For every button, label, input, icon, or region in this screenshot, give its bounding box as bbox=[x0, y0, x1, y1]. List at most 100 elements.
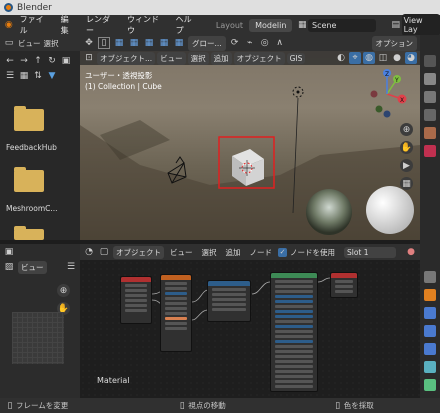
shading-solid-icon[interactable]: ● bbox=[391, 52, 403, 64]
viewport-gis-menu[interactable]: GIS bbox=[286, 52, 306, 64]
image-editor[interactable]: ▣ ▨ ビュー ☰ ⊕ ✋ bbox=[0, 244, 80, 398]
view-layer-selector[interactable]: View Lay bbox=[401, 14, 440, 36]
folder-label-meshroom[interactable]: MeshroomC... bbox=[6, 204, 58, 213]
hamburger-menu-icon[interactable]: ☰ bbox=[65, 261, 77, 273]
menu-window[interactable]: ウィンドウ bbox=[122, 14, 171, 36]
view-layer-tab-icon[interactable] bbox=[424, 109, 436, 121]
menu-help[interactable]: ヘルプ bbox=[171, 14, 204, 36]
render-icon[interactable] bbox=[424, 73, 436, 85]
forward-icon[interactable]: → bbox=[18, 55, 30, 67]
zoom-icon[interactable]: ⊕ bbox=[57, 284, 70, 297]
node-mode-dropdown[interactable]: オブジェクト bbox=[113, 245, 164, 259]
back-icon[interactable]: ← bbox=[4, 55, 16, 67]
node-socket-row bbox=[275, 305, 313, 308]
folder-icon[interactable] bbox=[14, 106, 44, 131]
camera-view-icon[interactable]: ▶ bbox=[400, 159, 413, 172]
tab-layout[interactable]: Layout bbox=[210, 19, 249, 32]
node-editor[interactable]: Material bbox=[80, 260, 420, 398]
node-socket-row bbox=[275, 365, 313, 368]
snap-icon[interactable]: ⌁ bbox=[244, 37, 256, 49]
filebrowser-view-menu[interactable]: ビュー bbox=[18, 38, 41, 49]
mode-dropdown[interactable]: オブジェクト... bbox=[97, 51, 156, 65]
editor-type-icon[interactable]: ▭ bbox=[3, 37, 15, 49]
transform-orientation-dropdown[interactable]: グロー... bbox=[188, 35, 226, 51]
node-socket-row bbox=[212, 298, 246, 301]
refresh-icon[interactable]: ↻ bbox=[46, 55, 58, 67]
pivot-icon[interactable]: ⟳ bbox=[229, 37, 241, 49]
use-nodes-checkbox[interactable]: ✓ bbox=[278, 247, 287, 257]
physics-icon[interactable] bbox=[424, 343, 436, 355]
list-view-icon[interactable]: ☰ bbox=[4, 70, 16, 82]
tool-icon[interactable] bbox=[424, 55, 436, 67]
folder-icon[interactable] bbox=[14, 167, 44, 192]
constraints-icon[interactable] bbox=[424, 361, 436, 373]
slot-dropdown[interactable]: Slot 1 bbox=[344, 246, 396, 258]
output-icon[interactable] bbox=[424, 91, 436, 103]
world-icon[interactable] bbox=[424, 145, 436, 157]
falloff-icon[interactable]: ∧ bbox=[274, 37, 286, 49]
node-texture-coordinate[interactable] bbox=[120, 276, 152, 324]
folder-icon[interactable] bbox=[14, 226, 44, 240]
scene-selector[interactable]: Scene bbox=[308, 18, 376, 32]
node-view-menu[interactable]: ビュー bbox=[167, 246, 196, 259]
material-preview-sphere bbox=[366, 186, 414, 234]
zoom-icon[interactable]: ⊕ bbox=[400, 123, 413, 136]
perspective-toggle-icon[interactable]: ▦ bbox=[400, 177, 413, 190]
viewport-add-menu[interactable]: 追加 bbox=[210, 51, 232, 65]
xray-icon[interactable]: ◫ bbox=[377, 52, 389, 64]
collection-icon[interactable] bbox=[424, 271, 436, 283]
navigation-gizmo[interactable]: X Y Z bbox=[362, 69, 412, 119]
select-mode-icon[interactable]: ▦ bbox=[113, 37, 125, 49]
select-mode-icon-2[interactable]: ▦ bbox=[128, 37, 140, 49]
new-folder-icon[interactable]: ▣ bbox=[60, 55, 72, 67]
select-mode-icon-3[interactable]: ▦ bbox=[143, 37, 155, 49]
options-dropdown[interactable]: オプション bbox=[371, 35, 417, 51]
transform-icon[interactable]: ✥ bbox=[83, 37, 95, 49]
menu-file[interactable]: ファイル bbox=[15, 14, 56, 36]
image-view-menu[interactable]: ビュー bbox=[18, 260, 47, 274]
gizmo-toggle-icon[interactable]: ⌖ bbox=[349, 52, 361, 64]
viewport-view-menu[interactable]: ビュー bbox=[157, 51, 186, 65]
parent-dir-icon[interactable]: ↑ bbox=[32, 55, 44, 67]
shading-material-icon[interactable]: ◕ bbox=[405, 52, 417, 64]
particles-icon[interactable] bbox=[424, 325, 436, 337]
folder-label-feedbackhub[interactable]: FeedbackHub bbox=[6, 143, 57, 152]
select-mode-icon-4[interactable]: ▦ bbox=[158, 37, 170, 49]
select-mode-icon-5[interactable]: ▦ bbox=[173, 37, 185, 49]
cube-object[interactable] bbox=[232, 149, 264, 186]
select-box-icon[interactable]: ▯ bbox=[98, 37, 110, 49]
gis-menu-label: GIS bbox=[289, 53, 303, 63]
editor-type-icon[interactable]: ◔ bbox=[83, 246, 95, 258]
editor-type-icon[interactable]: ⊡ bbox=[83, 52, 95, 64]
object-icon[interactable] bbox=[424, 289, 436, 301]
blender-menu-icon[interactable]: ◉ bbox=[3, 19, 15, 31]
menu-render[interactable]: レンダー bbox=[81, 14, 122, 36]
node-principled-bsdf[interactable] bbox=[270, 272, 318, 392]
visibility-icon[interactable]: ◐ bbox=[335, 52, 347, 64]
viewport-select-menu[interactable]: 選択 bbox=[187, 51, 209, 65]
filter-icon[interactable]: ▼ bbox=[46, 70, 58, 82]
material-name-label: Material bbox=[97, 376, 130, 385]
scene-tab-icon[interactable] bbox=[424, 127, 436, 139]
3d-viewport[interactable]: ⊡ オブジェクト... ビュー 選択 追加 オブジェクト GIS ◐ ⌖ ◍ ◫… bbox=[80, 51, 420, 240]
overlay-toggle-icon[interactable]: ◍ bbox=[363, 52, 375, 64]
pan-hand-icon[interactable]: ✋ bbox=[400, 141, 413, 154]
node-material-output[interactable] bbox=[330, 272, 358, 298]
menu-edit[interactable]: 編集 bbox=[56, 14, 81, 36]
modifier-icon[interactable] bbox=[424, 307, 436, 319]
node-image-texture[interactable] bbox=[207, 280, 251, 322]
proportional-icon[interactable]: ◎ bbox=[259, 37, 271, 49]
node-select-menu[interactable]: 選択 bbox=[199, 246, 220, 259]
node-node-menu[interactable]: ノード bbox=[247, 246, 276, 259]
window-title: Blender bbox=[17, 2, 52, 13]
node-socket-row bbox=[165, 287, 187, 290]
node-mapping[interactable] bbox=[160, 274, 192, 352]
node-add-menu[interactable]: 追加 bbox=[223, 246, 244, 259]
tab-modeling[interactable]: Modelin bbox=[249, 18, 293, 32]
data-icon[interactable] bbox=[424, 379, 436, 391]
sort-icon[interactable]: ⇅ bbox=[32, 70, 44, 82]
editor-type-icon[interactable]: ▣ bbox=[3, 246, 15, 258]
viewport-object-menu[interactable]: オブジェクト bbox=[233, 51, 285, 65]
filebrowser-select-menu[interactable]: 選択 bbox=[44, 38, 59, 49]
thumbnail-view-icon[interactable]: ▦ bbox=[18, 70, 30, 82]
